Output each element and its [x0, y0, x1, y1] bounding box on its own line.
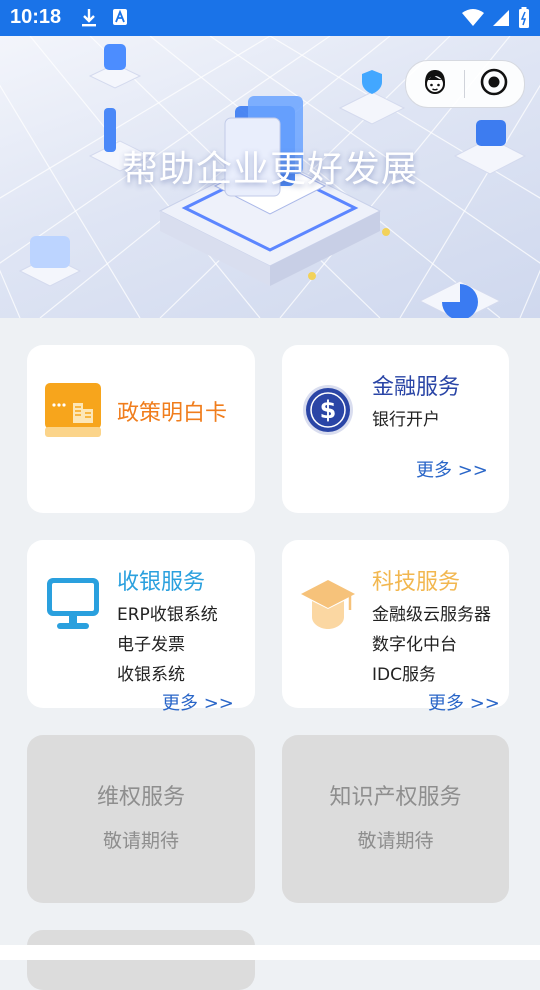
avatar-button[interactable]	[406, 61, 464, 107]
policy-card-title: 政策明白卡	[117, 401, 228, 426]
rights-card[interactable]: 维权服务 敬请期待	[27, 735, 255, 903]
finance-more-link[interactable]: 更多 >>	[416, 456, 488, 482]
signal-icon	[492, 9, 510, 31]
cashier-item-erp[interactable]: ERP收银系统	[117, 600, 218, 625]
close-target-button[interactable]	[465, 61, 523, 107]
monitor-icon	[45, 576, 101, 636]
cashier-more-link[interactable]: 更多 >>	[162, 689, 234, 715]
bottom-edge	[0, 945, 540, 960]
rights-card-title: 维权服务	[96, 785, 185, 810]
ip-card[interactable]: 知识产权服务 敬请期待	[282, 735, 509, 903]
hero-title: 帮助企业更好发展	[121, 149, 418, 190]
cashier-card-title: 收银服务	[117, 570, 206, 595]
ip-card-title: 知识产权服务	[329, 785, 462, 810]
next-card-partial[interactable]	[27, 930, 255, 990]
tech-item-idc[interactable]: IDC服务	[372, 660, 436, 685]
finance-item-bank-account[interactable]: 银行开户	[372, 405, 440, 430]
finance-card[interactable]: $ 金融服务 银行开户 更多 >>	[282, 345, 509, 513]
ip-card-subtitle: 敬请期待	[357, 830, 434, 852]
battery-icon	[518, 7, 530, 33]
cashier-item-system[interactable]: 收银系统	[117, 660, 185, 685]
graduation-cap-icon	[300, 576, 356, 636]
tech-more-link[interactable]: 更多 >>	[428, 689, 500, 715]
finance-card-title: 金融服务	[372, 375, 461, 400]
keyboard-a-icon	[112, 8, 128, 32]
tech-item-cloud-server[interactable]: 金融级云服务器	[372, 600, 491, 625]
target-icon	[479, 67, 509, 101]
policy-card-icon	[45, 383, 101, 443]
tech-card[interactable]: 科技服务 金融级云服务器 数字化中台 IDC服务 更多 >>	[282, 540, 509, 714]
tech-card-title: 科技服务	[372, 570, 461, 595]
cashier-card[interactable]: 收银服务 ERP收银系统 电子发票 收银系统 更多 >>	[27, 540, 255, 714]
status-bar: 10:18	[0, 0, 540, 36]
svg-text:$: $	[320, 396, 337, 424]
rights-card-subtitle: 敬请期待	[102, 830, 179, 852]
wifi-icon	[462, 9, 484, 31]
dollar-coin-icon: $	[302, 384, 354, 440]
tech-item-data-platform[interactable]: 数字化中台	[372, 630, 457, 655]
face-icon	[420, 67, 450, 101]
status-time: 10:18	[10, 6, 62, 28]
download-icon	[80, 8, 98, 32]
policy-card[interactable]: 政策明白卡	[27, 345, 255, 513]
cashier-item-einvoice[interactable]: 电子发票	[117, 630, 185, 655]
miniprogram-capsule	[405, 60, 525, 108]
